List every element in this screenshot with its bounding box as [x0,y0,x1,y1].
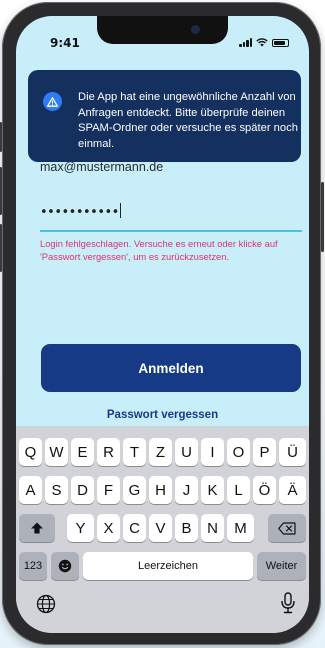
key-y[interactable]: Y [67,514,94,542]
battery-icon [272,39,289,47]
text-cursor [119,203,122,218]
login-button-label: Anmelden [138,360,204,376]
key-o[interactable]: O [227,438,250,466]
email-field[interactable]: max@mustermann.de [40,160,163,174]
return-key[interactable]: Weiter [257,552,306,580]
key-f[interactable]: F [97,476,120,504]
key-r[interactable]: R [97,438,120,466]
phone-frame: 9:41 Die App hat eine ungewöhnliche Anza… [0,2,324,645]
key-u[interactable]: U [175,438,198,466]
key-ae[interactable]: Ä [279,476,306,504]
status-bar: 9:41 [16,16,309,68]
space-key[interactable]: Leerzeichen [83,552,253,580]
emoji-icon [58,559,72,573]
forgot-password-link[interactable]: Passwort vergessen [16,409,309,421]
key-oe[interactable]: Ö [253,476,276,504]
error-message: Login fehlgeschlagen. Versuche es erneut… [40,238,278,262]
password-field-underline [40,230,302,232]
side-button [0,224,2,272]
key-v[interactable]: V [149,514,172,542]
screen: 9:41 Die App hat eine ungewöhnliche Anza… [16,16,309,633]
key-g[interactable]: G [123,476,146,504]
key-a[interactable]: A [19,476,42,504]
microphone-icon[interactable] [280,592,296,614]
shift-key[interactable] [19,514,55,542]
side-button [0,122,2,152]
emoji-key[interactable] [51,552,79,580]
key-ue[interactable]: Ü [279,438,306,466]
password-value: ••••••••••• [40,205,119,220]
warning-toast[interactable]: Die App hat eine ungewöhnliche Anzahl vo… [28,70,301,162]
camera [191,25,200,34]
globe-icon[interactable] [36,594,56,614]
key-l[interactable]: L [227,476,250,504]
key-h[interactable]: H [149,476,172,504]
cellular-signal-icon [239,38,252,47]
numbers-key[interactable]: 123 [19,552,47,580]
side-button [321,182,324,252]
key-j[interactable]: J [175,476,198,504]
warning-icon [43,92,62,111]
backspace-key[interactable] [268,514,306,542]
login-button[interactable]: Anmelden [41,344,301,392]
key-b[interactable]: B [175,514,198,542]
key-w[interactable]: W [45,438,68,466]
status-time: 9:41 [50,36,80,50]
side-button [0,167,2,215]
backspace-icon [278,521,296,535]
key-s[interactable]: S [45,476,68,504]
key-x[interactable]: X [97,514,120,542]
key-z[interactable]: Z [149,438,172,466]
shift-icon [31,522,43,534]
key-i[interactable]: I [201,438,224,466]
status-icons [239,38,289,47]
wifi-icon [256,38,268,47]
key-e[interactable]: E [71,438,94,466]
key-q[interactable]: Q [19,438,42,466]
key-m[interactable]: M [227,514,254,542]
key-t[interactable]: T [123,438,146,466]
key-d[interactable]: D [71,476,94,504]
notch [97,16,228,44]
key-n[interactable]: N [201,514,224,542]
key-p[interactable]: P [253,438,276,466]
password-field[interactable]: ••••••••••• [40,203,122,220]
toast-message: Die App hat eine ungewöhnliche Anzahl vo… [78,91,298,150]
keyboard: Q W E R T Z U I O P Ü A S D F G H J K L … [16,426,309,633]
key-c[interactable]: C [123,514,146,542]
key-k[interactable]: K [201,476,224,504]
